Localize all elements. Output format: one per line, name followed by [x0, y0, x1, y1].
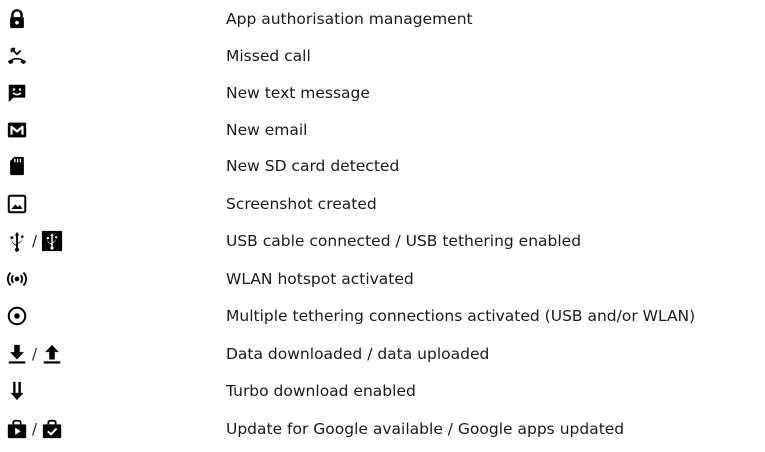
legend-label: USB cable connected / USB tethering enab… [226, 232, 582, 250]
legend-row: / Update for Google available / Google a… [0, 414, 765, 444]
wlan-hotspot-icon [6, 268, 28, 290]
legend-label: Update for Google available / Google app… [226, 420, 625, 438]
turbo-download-icon [6, 380, 28, 402]
text-message-icon [6, 82, 28, 104]
legend-label: Missed call [226, 47, 311, 65]
lock-icon [6, 8, 28, 30]
legend-row: / USB cable connected / USB tethering en… [0, 226, 765, 256]
multiple-tethering-icon [6, 305, 28, 327]
legend-label: Data downloaded / data uploaded [226, 345, 490, 363]
legend-label: Turbo download enabled [226, 382, 416, 400]
legend-row: New email [0, 115, 765, 145]
legend-label: New text message [226, 84, 370, 102]
legend-row: Turbo download enabled [0, 376, 765, 406]
legend-label: New SD card detected [226, 157, 400, 175]
separator: / [32, 420, 38, 438]
play-store-updated-icon [41, 418, 63, 440]
legend-label: Multiple tethering connections activated… [226, 307, 696, 325]
legend-label: WLAN hotspot activated [226, 270, 414, 288]
legend-row: App authorisation management [0, 4, 765, 34]
download-icon [6, 343, 28, 365]
legend-label: App authorisation management [226, 10, 473, 28]
legend-label: New email [226, 121, 308, 139]
play-store-update-icon [6, 418, 28, 440]
usb-tethering-icon [41, 230, 63, 252]
usb-icon [6, 230, 28, 252]
legend-label: Screenshot created [226, 195, 377, 213]
legend-row: Multiple tethering connections activated… [0, 301, 765, 331]
legend-row: Missed call [0, 41, 765, 71]
legend-row: Screenshot created [0, 189, 765, 219]
legend-row: New text message [0, 78, 765, 108]
legend-row: WLAN hotspot activated [0, 264, 765, 294]
missed-call-icon [6, 45, 28, 67]
legend-row: New SD card detected [0, 151, 765, 181]
separator: / [32, 232, 38, 250]
screenshot-icon [6, 193, 28, 215]
gmail-icon [6, 119, 28, 141]
upload-icon [41, 343, 63, 365]
legend-row: / Data downloaded / data uploaded [0, 339, 765, 369]
separator: / [32, 345, 38, 363]
sd-card-icon [6, 155, 28, 177]
